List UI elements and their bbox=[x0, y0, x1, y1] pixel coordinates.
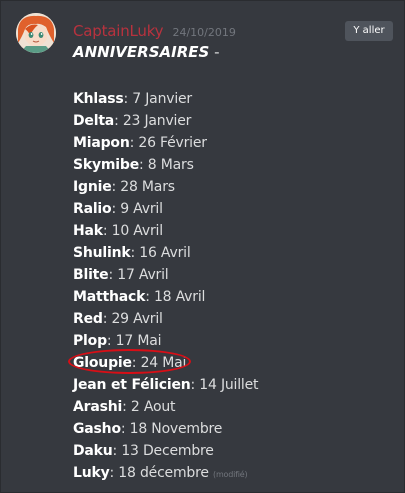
entry-date: : 9 Avril bbox=[111, 201, 163, 217]
entry-name: Shulink bbox=[73, 245, 131, 261]
entry-name: Skymibe bbox=[73, 157, 140, 173]
entry-date: : 24 Mai bbox=[131, 355, 187, 371]
entry-date: : 18 décembre bbox=[109, 465, 209, 481]
entry-date: : 29 Avril bbox=[102, 311, 163, 327]
list-item: Gloupie: 24 Mai bbox=[73, 352, 258, 374]
list-item: Matthack: 18 Avril bbox=[73, 286, 258, 308]
entry-name: Delta bbox=[73, 113, 115, 129]
list-item: Hak: 10 Avril bbox=[73, 220, 258, 242]
list-item: Delta: 23 Janvier bbox=[73, 110, 258, 132]
entry-date: : 2 Aout bbox=[122, 399, 176, 415]
list-item: Red: 29 Avril bbox=[73, 308, 258, 330]
list-item: Ralio: 9 Avril bbox=[73, 198, 258, 220]
entry-name: Khlass bbox=[73, 91, 124, 107]
entry-date: : 28 Mars bbox=[111, 179, 176, 195]
heading-text: ANNIVERSAIRES bbox=[73, 43, 210, 61]
edited-indicator: (modifié) bbox=[213, 470, 248, 479]
list-item: Skymibe: 8 Mars bbox=[73, 154, 258, 176]
entry-name: Daku bbox=[73, 443, 113, 459]
list-item: Gasho: 18 Novembre bbox=[73, 418, 258, 440]
entry-name: Gasho bbox=[73, 421, 121, 437]
entry-name: Blite bbox=[73, 267, 109, 283]
entry-name: Plop bbox=[73, 333, 107, 349]
heading-suffix: - bbox=[209, 43, 220, 61]
message-timestamp: 24/10/2019 bbox=[172, 26, 236, 39]
list-item: Plop: 17 Mai bbox=[73, 330, 258, 352]
entry-date: : 17 Mai bbox=[106, 333, 162, 349]
entry-date: : 14 Juillet bbox=[190, 377, 259, 393]
list-item: Arashi: 2 Aout bbox=[73, 396, 258, 418]
entry-name: Gloupie bbox=[73, 355, 132, 371]
entry-date: : 13 Decembre bbox=[112, 443, 214, 459]
entry-date: : 10 Avril bbox=[102, 223, 163, 239]
entry-date: : 7 Janvier bbox=[123, 91, 193, 107]
avatar[interactable] bbox=[16, 13, 56, 53]
list-item: Luky: 18 décembre (modifié) bbox=[73, 462, 258, 484]
jump-to-message-button[interactable]: Y aller bbox=[345, 21, 393, 41]
entry-date: : 17 Avril bbox=[108, 267, 169, 283]
entry-date: : 16 Avril bbox=[130, 245, 191, 261]
message-header: CaptainLuky 24/10/2019 bbox=[73, 21, 236, 41]
entry-name: Matthack bbox=[73, 289, 146, 305]
birthday-list: Khlass: 7 Janvier Delta: 23 Janvier Miapon… bbox=[73, 88, 259, 484]
author-name[interactable]: CaptainLuky bbox=[73, 22, 164, 40]
list-item: Daku: 13 Decembre bbox=[73, 440, 258, 462]
entry-name: Arashi bbox=[73, 399, 123, 415]
list-item: Ignie: 28 Mars bbox=[73, 176, 258, 198]
entry-date: : 18 Novembre bbox=[120, 421, 223, 437]
avatar-image bbox=[16, 13, 56, 53]
entry-name: Hak bbox=[73, 223, 103, 239]
entry-date: : 26 Février bbox=[129, 135, 207, 151]
entry-name: Ralio bbox=[73, 201, 112, 217]
list-item: Blite: 17 Avril bbox=[73, 264, 258, 286]
list-item: Khlass: 7 Janvier bbox=[73, 88, 258, 110]
list-item: Jean et Félicien: 14 Juillet bbox=[73, 374, 259, 396]
entry-name: Red bbox=[73, 311, 103, 327]
entry-name: Jean et Félicien bbox=[73, 377, 191, 393]
chat-message: CaptainLuky 24/10/2019 Y aller ANNIVERSA… bbox=[0, 0, 405, 493]
entry-date: : 8 Mars bbox=[139, 157, 194, 173]
entry-name: Luky bbox=[73, 465, 110, 481]
entry-date: : 18 Avril bbox=[145, 289, 206, 305]
list-item: Shulink: 16 Avril bbox=[73, 242, 258, 264]
entry-name: Ignie bbox=[73, 179, 112, 195]
entry-date: : 23 Janvier bbox=[114, 113, 192, 129]
entry-name: Miapon bbox=[73, 135, 130, 151]
message-heading: ANNIVERSAIRES - bbox=[73, 43, 219, 61]
list-item: Miapon: 26 Février bbox=[73, 132, 258, 154]
